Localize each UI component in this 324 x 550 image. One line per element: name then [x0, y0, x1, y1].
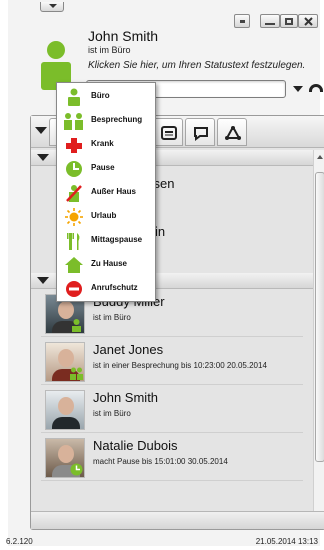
- home-icon: [65, 257, 83, 273]
- restore-button[interactable]: [234, 14, 250, 28]
- phone-icon[interactable]: [309, 84, 323, 92]
- meeting-presence-icon: [70, 367, 83, 380]
- version-label: 6.2.120: [6, 537, 33, 546]
- app-window: John Smith ist im Büro Klicken Sie hier,…: [8, 0, 324, 546]
- contact-name: Natalie Dubois: [93, 438, 178, 453]
- close-icon: [304, 17, 313, 26]
- menu-item-office[interactable]: Büro: [57, 85, 155, 107]
- expand-arrow-icon[interactable]: [37, 154, 49, 161]
- status-dropdown-button[interactable]: [291, 82, 305, 96]
- menu-item-label: Krank: [91, 139, 114, 148]
- user-name: John Smith: [88, 28, 159, 44]
- contact-status: ist in einer Besprechung bis 10:23:00 20…: [93, 361, 267, 370]
- scroll-thumb[interactable]: [315, 172, 324, 462]
- collapse-toggle-button[interactable]: [40, 2, 64, 12]
- sick-cross-icon: [66, 138, 82, 153]
- chat-icon: [194, 127, 208, 141]
- pause-presence-icon: [70, 463, 83, 476]
- office-person-icon: [68, 88, 80, 106]
- tab-menu-arrow-icon[interactable]: [35, 127, 47, 134]
- menu-item-vacation[interactable]: Urlaub: [57, 205, 155, 227]
- do-not-disturb-icon: [66, 281, 82, 297]
- lunch-cutlery-icon: [67, 233, 80, 250]
- menu-item-label: Anrufschutz: [91, 283, 138, 292]
- menu-item-label: Büro: [91, 91, 110, 100]
- tab-chat[interactable]: [185, 118, 215, 146]
- expand-arrow-icon[interactable]: [37, 277, 49, 284]
- status-menu: Büro Besprechung Krank Pause Außer Haus …: [56, 82, 156, 302]
- contact-name: John Smith: [93, 390, 159, 405]
- menu-item-label: Mittagspause: [91, 235, 143, 244]
- menu-item-lunch[interactable]: Mittagspause: [57, 229, 155, 251]
- maximize-button[interactable]: [280, 14, 298, 28]
- contact-row[interactable]: Janet Jones ist in einer Besprechung bis…: [41, 339, 303, 385]
- vacation-sun-icon: [65, 208, 83, 226]
- contact-row[interactable]: Natalie Dubois macht Pause bis 15:01:00 …: [41, 435, 303, 481]
- scroll-up-icon[interactable]: [317, 155, 323, 159]
- panel-bottom-strip: [31, 511, 324, 529]
- network-icon: [225, 126, 241, 140]
- close-button[interactable]: [298, 14, 318, 28]
- tab-network[interactable]: [217, 118, 247, 146]
- menu-item-label: Pause: [91, 163, 115, 172]
- fax-icon: [161, 126, 177, 140]
- menu-item-pause[interactable]: Pause: [57, 157, 155, 179]
- menu-item-home[interactable]: Zu Hause: [57, 253, 155, 275]
- contact-status: macht Pause bis 15:01:00 30.05.2014: [93, 457, 228, 466]
- tab-fax[interactable]: [153, 118, 183, 146]
- office-presence-icon: [72, 319, 81, 332]
- menu-item-label: Außer Haus: [91, 187, 136, 196]
- vertical-scrollbar[interactable]: [313, 150, 324, 528]
- pause-clock-icon: [66, 161, 82, 177]
- out-of-office-icon: [66, 185, 82, 202]
- contact-status: ist im Büro: [93, 409, 131, 418]
- menu-item-do-not-disturb[interactable]: Anrufschutz: [57, 277, 155, 299]
- meeting-icon: [64, 113, 83, 130]
- avatar: [45, 390, 85, 430]
- menu-item-out-of-office[interactable]: Außer Haus: [57, 181, 155, 203]
- menu-item-sick[interactable]: Krank: [57, 133, 155, 155]
- contact-status: ist im Büro: [93, 313, 131, 322]
- menu-item-label: Zu Hause: [91, 259, 128, 268]
- menu-item-label: Urlaub: [91, 211, 117, 220]
- datetime-label: 21.05.2014 13:13: [255, 537, 318, 546]
- contact-row[interactable]: John Smith ist im Büro: [41, 387, 303, 433]
- status-text-hint[interactable]: Klicken Sie hier, um Ihren Statustext fe…: [88, 60, 305, 71]
- user-location: ist im Büro: [88, 45, 131, 55]
- menu-item-label: Besprechung: [91, 115, 143, 124]
- contact-name: Janet Jones: [93, 342, 164, 357]
- minimize-button[interactable]: [260, 14, 280, 28]
- menu-item-meeting[interactable]: Besprechung: [57, 109, 155, 131]
